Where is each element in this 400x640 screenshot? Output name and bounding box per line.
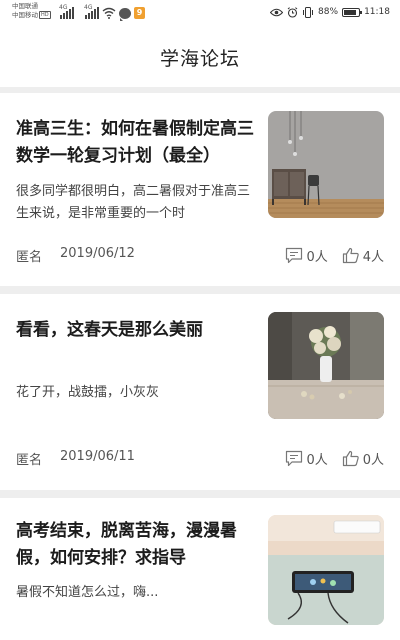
battery-icon (342, 7, 363, 17)
post-author: 匿名 (16, 453, 43, 468)
post-card[interactable]: 看看，这春天是那么美丽 花了开，战鼓擂，小灰灰 匿名 2019/06/11 0人… (0, 294, 400, 490)
carrier-info: 中国联通 中国移动 HD (12, 2, 51, 20)
page-title: 学海论坛 (159, 48, 240, 70)
status-bar: 中国联通 中国移动 HD 4G 4G 9 88% 11:18 (0, 0, 400, 28)
carrier-1: 中国联通 (12, 2, 38, 10)
status-right-icons: 88% 11:18 (270, 5, 390, 19)
wifi-icon (102, 7, 116, 19)
signal-icon: 4G (84, 4, 99, 19)
comment-count-label: 0人 (306, 453, 328, 468)
hd-badge: HD (39, 11, 51, 19)
post-excerpt: 暑假不知道怎么过，嗨... (16, 585, 159, 600)
vibrate-icon (303, 6, 314, 18)
post-title[interactable]: 高考结束，脱离苦海，漫漫暑假，如何安排？求指导 (16, 518, 256, 572)
clock: 11:18 (364, 7, 390, 17)
comment-count[interactable]: 0人 (285, 246, 328, 265)
app-header: 学海论坛 (0, 28, 400, 88)
post-date: 2019/06/11 (60, 449, 135, 464)
post-excerpt: 很多同学都很明白，高二暑假对于准高三生来说，是非常重要的一个时 (16, 184, 251, 221)
like-count-label: 0人 (362, 453, 384, 468)
network-type-label: 4G (84, 4, 93, 11)
comment-count[interactable]: 0人 (285, 449, 328, 468)
comment-icon (286, 450, 303, 467)
post-author: 匿名 (16, 250, 43, 265)
comment-icon (286, 247, 303, 264)
carrier-2: 中国移动 (12, 11, 38, 19)
app-notification-icon: 9 (134, 7, 145, 19)
post-meta: 匿名 2019/06/12 0人 4人 (16, 246, 384, 266)
like-count[interactable]: 0人 (342, 449, 384, 468)
post-title[interactable]: 准高三生：如何在暑假制定高三数学一轮复习计划（最全） (16, 116, 256, 170)
post-date: 2019/06/12 (60, 246, 135, 261)
status-left-icons: 4G 4G 9 (54, 4, 145, 21)
like-count-label: 4人 (362, 250, 384, 265)
signal-icon: 4G (59, 4, 74, 19)
post-feed[interactable]: 准高三生：如何在暑假制定高三数学一轮复习计划（最全） 很多同学都很明白，高二暑假… (0, 88, 400, 640)
comment-count-label: 0人 (306, 250, 328, 265)
post-thumbnail[interactable] (268, 111, 384, 218)
post-card[interactable]: 高考结束，脱离苦海，漫漫暑假，如何安排？求指导 暑假不知道怎么过，嗨... (0, 498, 400, 640)
thumbs-up-icon (342, 450, 359, 467)
post-thumbnail[interactable] (268, 515, 384, 625)
network-type-label: 4G (59, 4, 68, 11)
post-card[interactable]: 准高三生：如何在暑假制定高三数学一轮复习计划（最全） 很多同学都很明白，高二暑假… (0, 93, 400, 286)
post-thumbnail[interactable] (268, 312, 384, 419)
post-excerpt: 花了开，战鼓擂，小灰灰 (16, 385, 160, 400)
eye-comfort-icon (270, 8, 284, 16)
post-title[interactable]: 看看，这春天是那么美丽 (16, 317, 256, 344)
like-count[interactable]: 4人 (342, 246, 384, 265)
alarm-icon (287, 6, 298, 18)
battery-percent: 88% (318, 7, 339, 17)
message-icon (119, 8, 131, 21)
thumbs-up-icon (342, 247, 359, 264)
post-meta: 匿名 2019/06/11 0人 0人 (16, 449, 384, 469)
